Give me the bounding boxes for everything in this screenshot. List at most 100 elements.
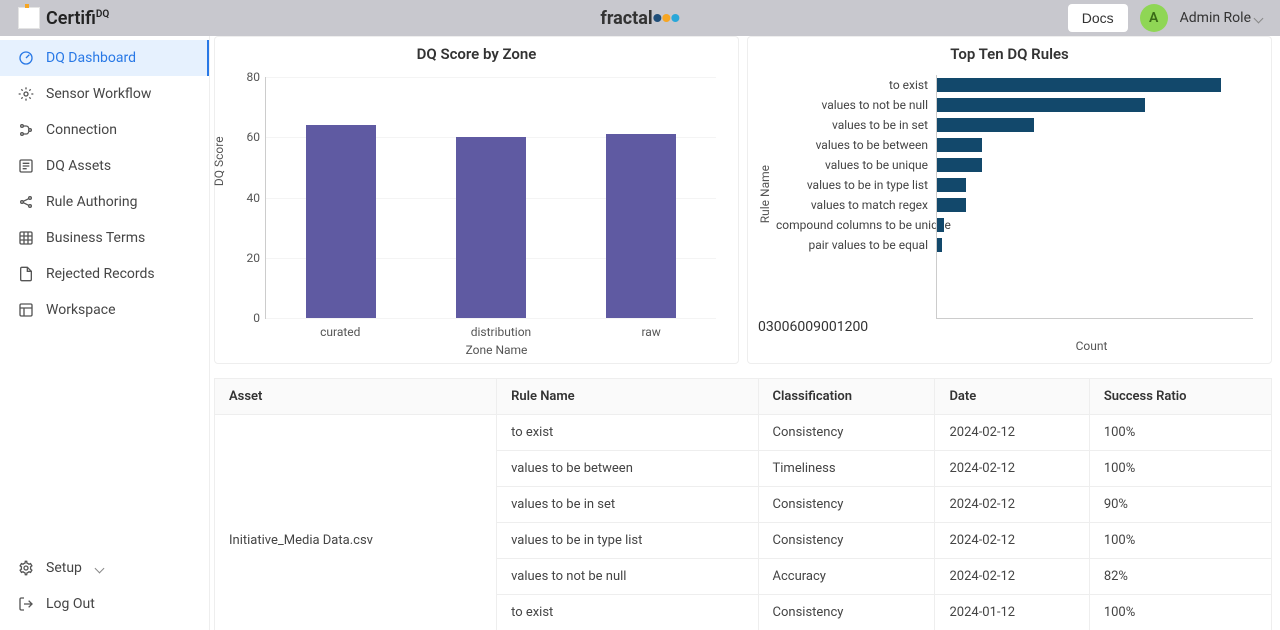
sidebar-item-rejected-records[interactable]: Rejected Records xyxy=(0,256,209,292)
cell-classification: Consistency xyxy=(758,487,935,523)
logout-button[interactable]: Log Out xyxy=(0,586,209,622)
chart-zone-bar[interactable] xyxy=(456,137,526,318)
chart-rules-bar[interactable] xyxy=(937,238,942,252)
app-logo: CertifiDQ xyxy=(18,7,109,29)
sidebar-item-label: Sensor Workflow xyxy=(46,86,151,102)
chevron-down-icon xyxy=(1254,13,1264,23)
avatar[interactable]: A xyxy=(1140,4,1168,32)
brand-dot-icon xyxy=(663,14,671,22)
cell-ratio: 82% xyxy=(1089,559,1271,595)
sidebar-item-dq-dashboard[interactable]: DQ Dashboard xyxy=(0,40,209,76)
chart-zone-ytick: 40 xyxy=(247,191,261,205)
cell-rule: values to be between xyxy=(497,451,758,487)
sidebar-item-label: DQ Assets xyxy=(46,158,111,174)
center-brand: fractal xyxy=(600,8,679,29)
chart-zone-xtick: raw xyxy=(641,325,660,339)
dashboard-icon xyxy=(18,50,34,66)
chart-rules-bar[interactable] xyxy=(937,198,966,212)
cell-date: 2024-01-12 xyxy=(935,595,1089,630)
chart-rules-bar[interactable] xyxy=(937,218,944,232)
sidebar-item-label: Workspace xyxy=(46,302,116,318)
col-asset[interactable]: Asset xyxy=(215,379,497,415)
share-icon xyxy=(18,194,34,210)
cell-ratio: 100% xyxy=(1089,451,1271,487)
topbar: CertifiDQ fractal Docs A Admin Role xyxy=(0,0,1280,36)
chart-rules-ycat: values to match regex xyxy=(776,195,936,215)
chart-rules-xtick: 900 xyxy=(813,319,837,335)
chart-rules-ycat: pair values to be equal xyxy=(776,235,936,255)
chart-zone-card: DQ Score by Zone DQ Score 020406080 cura… xyxy=(214,36,739,364)
chart-rules-title: Top Ten DQ Rules xyxy=(758,45,1261,63)
branch-icon xyxy=(18,122,34,138)
grid-icon xyxy=(18,230,34,246)
certifi-doc-icon xyxy=(18,7,40,29)
sidebar-item-label: Rule Authoring xyxy=(46,194,137,210)
chart-zone-title: DQ Score by Zone xyxy=(225,45,728,63)
cell-classification: Timeliness xyxy=(758,451,935,487)
cell-asset: Initiative_Media Data.csv xyxy=(215,415,497,630)
chart-zone-bar[interactable] xyxy=(306,125,376,318)
cell-rule: to exist xyxy=(497,595,758,630)
sidebar-item-dq-assets[interactable]: DQ Assets xyxy=(0,148,209,184)
sidebar-item-workspace[interactable]: Workspace xyxy=(0,292,209,328)
cell-rule: values to be in set xyxy=(497,487,758,523)
brand-text: Certifi xyxy=(46,8,96,29)
sidebar-item-label: Business Terms xyxy=(46,230,145,246)
col-classification[interactable]: Classification xyxy=(758,379,935,415)
chevron-down-icon xyxy=(94,563,104,573)
chart-zone: DQ Score 020406080 xyxy=(225,69,728,319)
setup-label: Setup xyxy=(46,560,82,576)
col-ratio[interactable]: Success Ratio xyxy=(1089,379,1271,415)
cell-classification: Consistency xyxy=(758,595,935,630)
sidebar: DQ Dashboard Sensor Workflow Connection … xyxy=(0,36,210,630)
cell-classification: Consistency xyxy=(758,523,935,559)
brand-dot-icon xyxy=(654,14,662,22)
chart-rules-ycat: values to be between xyxy=(776,135,936,155)
chart-zone-bar[interactable] xyxy=(606,134,676,318)
main-content: DQ Score by Zone DQ Score 020406080 cura… xyxy=(210,36,1280,630)
chart-rules-ylabel: Rule Name xyxy=(758,165,772,223)
chart-rules: Rule Name to existvalues to not be nullv… xyxy=(758,69,1261,319)
cell-classification: Consistency xyxy=(758,415,935,451)
role-label: Admin Role xyxy=(1180,10,1251,26)
chart-rules-bar[interactable] xyxy=(937,138,982,152)
gear-icon xyxy=(18,560,34,576)
chart-zone-xlabel: Zone Name xyxy=(265,343,728,357)
chart-zone-ytick: 20 xyxy=(247,251,261,265)
docs-button[interactable]: Docs xyxy=(1068,4,1128,32)
sidebar-item-business-terms[interactable]: Business Terms xyxy=(0,220,209,256)
results-table: Asset Rule Name Classification Date Succ… xyxy=(214,378,1272,630)
logout-icon xyxy=(18,596,34,612)
table-row[interactable]: Initiative_Media Data.csvto existConsist… xyxy=(215,415,1272,451)
sidebar-item-sensor-workflow[interactable]: Sensor Workflow xyxy=(0,76,209,112)
cell-ratio: 100% xyxy=(1089,523,1271,559)
chart-rules-xtick: 600 xyxy=(789,319,813,335)
cell-rule: values to be in type list xyxy=(497,523,758,559)
cell-classification: Accuracy xyxy=(758,559,935,595)
chart-zone-ytick: 0 xyxy=(253,311,260,325)
brand-sup: DQ xyxy=(96,9,109,20)
cell-rule: values to not be null xyxy=(497,559,758,595)
chart-zone-xtick: curated xyxy=(320,325,360,339)
chart-rules-card: Top Ten DQ Rules Rule Name to existvalue… xyxy=(747,36,1272,364)
cell-date: 2024-02-12 xyxy=(935,523,1089,559)
chart-rules-bar[interactable] xyxy=(937,78,1221,92)
cell-ratio: 90% xyxy=(1089,487,1271,523)
cell-date: 2024-02-12 xyxy=(935,451,1089,487)
center-brand-text: fractal xyxy=(600,8,652,29)
col-date[interactable]: Date xyxy=(935,379,1089,415)
role-dropdown[interactable]: Admin Role xyxy=(1180,10,1262,26)
chart-rules-bar[interactable] xyxy=(937,178,966,192)
chart-rules-bar[interactable] xyxy=(937,158,982,172)
chart-rules-xtick: 0 xyxy=(758,319,766,335)
cell-date: 2024-02-12 xyxy=(935,559,1089,595)
chart-rules-bar[interactable] xyxy=(937,98,1145,112)
table-header-row: Asset Rule Name Classification Date Succ… xyxy=(215,379,1272,415)
chart-rules-bar[interactable] xyxy=(937,118,1034,132)
col-rule[interactable]: Rule Name xyxy=(497,379,758,415)
chart-zone-ylabel: DQ Score xyxy=(212,136,226,186)
sidebar-item-rule-authoring[interactable]: Rule Authoring xyxy=(0,184,209,220)
sidebar-item-connection[interactable]: Connection xyxy=(0,112,209,148)
setup-menu[interactable]: Setup xyxy=(0,550,209,586)
list-box-icon xyxy=(18,158,34,174)
